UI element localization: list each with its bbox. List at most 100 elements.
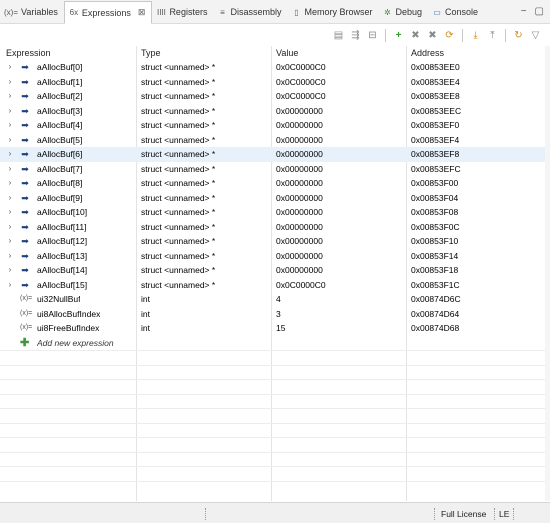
import-icon[interactable]: ⤓ xyxy=(469,29,482,42)
expand-chevron-icon[interactable]: › xyxy=(5,133,15,148)
close-tab-icon[interactable]: ⊠ xyxy=(138,7,146,18)
table-row[interactable]: › ➡ aAllocBuf[7] struct <unnamed> * 0x000000… xyxy=(0,162,545,177)
expand-chevron-icon[interactable]: › xyxy=(5,75,15,90)
table-row[interactable]: › ➡ aAllocBuf[1] struct <unnamed> * 0x0C0000… xyxy=(0,75,545,90)
address-cell: 0x00853F18 xyxy=(411,265,459,275)
table-row[interactable]: › ➡ aAllocBuf[0] struct <unnamed> * 0x0C0000… xyxy=(0,60,545,75)
table-row[interactable]: › ➡ aAllocBuf[2] struct <unnamed> * 0x0C0000… xyxy=(0,89,545,104)
value-cell[interactable]: 0x00000000 xyxy=(276,249,323,264)
empty-row-line xyxy=(0,451,545,453)
address-cell: 0x00853EF8 xyxy=(411,149,460,159)
value-cell[interactable]: 15 xyxy=(276,321,285,336)
expand-chevron-icon[interactable]: › xyxy=(5,60,15,75)
table-row[interactable]: › ➡ aAllocBuf[14] struct <unnamed> * 0x00000… xyxy=(0,263,545,278)
value-cell[interactable]: 0x00000000 xyxy=(276,133,323,148)
view-toolbar: ▤ ⇶ ⊟ + ✖ ✖ ⟳ ⤓ ⤒ ↻ ▽ xyxy=(0,25,550,45)
expand-chevron-icon[interactable]: › xyxy=(5,162,15,177)
expand-chevron-icon[interactable]: › xyxy=(5,191,15,206)
tab-debug[interactable]: ✲ Debug xyxy=(378,1,428,23)
address-cell: 0x00853EE0 xyxy=(411,62,460,72)
value-cell[interactable]: 0x00000000 xyxy=(276,234,323,249)
add-new-expression-label[interactable]: Add new expression xyxy=(37,336,114,351)
expand-chevron-icon[interactable]: › xyxy=(5,263,15,278)
table-row[interactable]: › ➡ aAllocBuf[15] struct <unnamed> * 0x0C000… xyxy=(0,278,545,293)
add-new-expression-row[interactable]: ✚ Add new expression xyxy=(0,336,545,351)
tab-console[interactable]: ▭ Console xyxy=(428,1,484,23)
value-cell[interactable]: 0x0C0000C0 xyxy=(276,75,326,90)
table-row[interactable]: › ➡ aAllocBuf[10] struct <unnamed> * 0x00000… xyxy=(0,205,545,220)
show-logical-structure-icon[interactable]: ⇶ xyxy=(349,29,362,42)
expand-chevron-icon[interactable]: › xyxy=(5,249,15,264)
value-cell[interactable]: 0x00000000 xyxy=(276,205,323,220)
value-cell[interactable]: 0x00000000 xyxy=(276,104,323,119)
value-cell[interactable]: 0x00000000 xyxy=(276,162,323,177)
table-row[interactable]: › ➡ aAllocBuf[13] struct <unnamed> * 0x00000… xyxy=(0,249,545,264)
variable-icon: (x)= xyxy=(20,295,33,302)
collapse-all-icon[interactable]: ⊟ xyxy=(366,29,379,42)
pointer-arrow-icon: ➡ xyxy=(21,134,29,145)
table-row[interactable]: (x)= ui32NullBuf int 4 0x00874D6C xyxy=(0,292,545,307)
expand-chevron-icon[interactable]: › xyxy=(5,234,15,249)
column-header-value[interactable]: Value xyxy=(276,46,298,60)
tab-expressions[interactable]: 6x Expressions ⊠ xyxy=(63,1,153,24)
view-menu-icon[interactable]: ▽ xyxy=(529,29,542,42)
add-expression-icon[interactable]: + xyxy=(392,29,405,42)
table-header: Expression Type Value Address xyxy=(0,46,550,60)
pointer-arrow-icon: ➡ xyxy=(21,76,29,87)
export-icon[interactable]: ⤒ xyxy=(486,29,499,42)
tab-disassembly[interactable]: ≡ Disassembly xyxy=(213,1,287,23)
value-cell[interactable]: 0x0C0000C0 xyxy=(276,89,326,104)
expand-chevron-icon[interactable]: › xyxy=(5,147,15,162)
address-cell: 0x00853EF0 xyxy=(411,120,460,130)
pointer-arrow-icon: ➡ xyxy=(21,149,29,159)
tab-registers[interactable]: IIII Registers xyxy=(152,1,213,23)
table-row[interactable]: › ➡ aAllocBuf[6] struct <unnamed> * 0x000000… xyxy=(0,147,545,162)
status-separator xyxy=(434,508,435,520)
expressions-icon: 6x xyxy=(69,8,79,17)
table-row[interactable]: › ➡ aAllocBuf[9] struct <unnamed> * 0x000000… xyxy=(0,191,545,206)
column-header-type[interactable]: Type xyxy=(141,46,161,60)
column-header-address[interactable]: Address xyxy=(411,46,444,60)
minimize-icon[interactable]: − xyxy=(521,6,527,17)
value-cell[interactable]: 0x00000000 xyxy=(276,191,323,206)
expression-cell: ui8AllocBufIndex xyxy=(37,308,101,319)
table-row[interactable]: › ➡ aAllocBuf[8] struct <unnamed> * 0x000000… xyxy=(0,176,545,191)
value-cell[interactable]: 0x0C0000C0 xyxy=(276,60,326,75)
table-row[interactable]: › ➡ aAllocBuf[4] struct <unnamed> * 0x000000… xyxy=(0,118,545,133)
table-row[interactable]: › ➡ aAllocBuf[5] struct <unnamed> * 0x000000… xyxy=(0,133,545,148)
value-cell[interactable]: 0x00000000 xyxy=(276,220,323,235)
expand-chevron-icon[interactable]: › xyxy=(5,278,15,293)
value-cell[interactable]: 0x0C0000C0 xyxy=(276,278,326,293)
address-cell: 0x00853F0C xyxy=(411,221,460,232)
value-cell[interactable]: 0x00000000 xyxy=(276,176,323,191)
maximize-icon[interactable]: ▢ xyxy=(535,6,544,17)
remove-expression-icon[interactable]: ✖ xyxy=(409,29,422,42)
table-row[interactable]: › ➡ aAllocBuf[3] struct <unnamed> * 0x000000… xyxy=(0,104,545,119)
value-cell[interactable]: 3 xyxy=(276,307,281,322)
show-type-names-icon[interactable]: ▤ xyxy=(332,29,345,42)
table-row[interactable]: › ➡ aAllocBuf[11] struct <unnamed> * 0x00000… xyxy=(0,220,545,235)
refresh-icon[interactable]: ⟳ xyxy=(443,29,456,42)
value-cell[interactable]: 4 xyxy=(276,292,281,307)
expand-chevron-icon[interactable]: › xyxy=(5,176,15,191)
tab-memory-browser[interactable]: ▯ Memory Browser xyxy=(287,1,378,23)
table-row[interactable]: (x)= ui8AllocBufIndex int 3 0x00874D64 xyxy=(0,307,545,322)
expand-chevron-icon[interactable]: › xyxy=(5,104,15,119)
expand-chevron-icon[interactable]: › xyxy=(5,118,15,133)
remove-all-expressions-icon[interactable]: ✖ xyxy=(426,29,439,42)
table-row[interactable]: › ➡ aAllocBuf[12] struct <unnamed> * 0x00000… xyxy=(0,234,545,249)
address-cell: 0x00874D64 xyxy=(411,308,460,319)
empty-row-line xyxy=(0,364,545,366)
type-cell: int xyxy=(141,323,150,333)
table-row[interactable]: (x)= ui8FreeBufIndex int 15 0x00874D68 xyxy=(0,321,545,336)
expand-chevron-icon[interactable]: › xyxy=(5,220,15,235)
value-cell[interactable]: 0x00000000 xyxy=(276,263,323,278)
column-header-expression[interactable]: Expression xyxy=(6,46,51,60)
value-cell[interactable]: 0x00000000 xyxy=(276,147,323,162)
tab-variables[interactable]: (x)= Variables xyxy=(0,1,64,23)
expand-chevron-icon[interactable]: › xyxy=(5,89,15,104)
expand-chevron-icon[interactable]: › xyxy=(5,205,15,220)
continuous-refresh-icon[interactable]: ↻ xyxy=(512,29,525,42)
value-cell[interactable]: 0x00000000 xyxy=(276,118,323,133)
vertical-scrollbar[interactable] xyxy=(545,46,550,501)
